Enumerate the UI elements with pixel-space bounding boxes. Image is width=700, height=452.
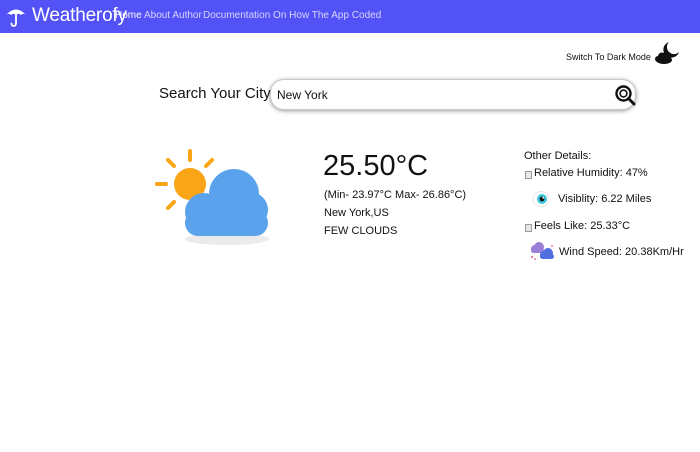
moon-cloud-icon xyxy=(654,42,679,64)
search-icon[interactable] xyxy=(614,84,636,106)
temperature: 25.50°C xyxy=(323,150,429,182)
visibility-text: Visiblity: 6.22 Miles xyxy=(558,193,652,205)
visibility-row: Visiblity: 6.22 Miles xyxy=(531,190,651,208)
wind-clouds-icon xyxy=(531,242,554,260)
location: New York,US xyxy=(324,207,389,219)
feels-like-row: Feels Like: 25.33°C xyxy=(525,220,630,232)
city-search-input[interactable] xyxy=(277,86,597,104)
feels-like-text: Feels Like: 25.33°C xyxy=(534,220,631,232)
weather-description: FEW CLOUDS xyxy=(324,225,398,237)
nav-link-documentation[interactable]: Documentation On How The App Coded xyxy=(203,10,381,22)
nav-link-about-author[interactable]: About Author xyxy=(144,10,202,22)
dark-mode-toggle[interactable]: Switch To Dark Mode xyxy=(566,40,680,66)
search-box xyxy=(270,79,636,110)
humidity-row: Relative Humidity: 47% xyxy=(525,167,648,179)
humidity-icon xyxy=(525,170,532,179)
humidity-text: Relative Humidity: 47% xyxy=(534,167,648,179)
eye-icon xyxy=(532,191,550,207)
dark-mode-label: Switch To Dark Mode xyxy=(566,52,651,62)
brand[interactable]: Weatherofy xyxy=(4,4,127,28)
min-max-temperature: (Min- 23.97°C Max- 26.86°C) xyxy=(324,189,467,201)
wind-speed-text: Wind Speed: 20.38Km/Hr xyxy=(559,246,684,258)
umbrella-icon xyxy=(6,9,26,27)
feels-like-icon xyxy=(525,223,532,232)
search-label: Search Your City: xyxy=(159,85,275,102)
nav-link-home[interactable]: Home xyxy=(115,10,142,22)
sun-behind-cloud-icon xyxy=(155,149,269,245)
navbar: Weatherofy Home About Author Documentati… xyxy=(0,0,700,33)
wind-speed-row: Wind Speed: 20.38Km/Hr xyxy=(528,241,684,263)
brand-name: Weatherofy xyxy=(32,5,127,26)
other-details-title: Other Details: xyxy=(524,150,592,162)
